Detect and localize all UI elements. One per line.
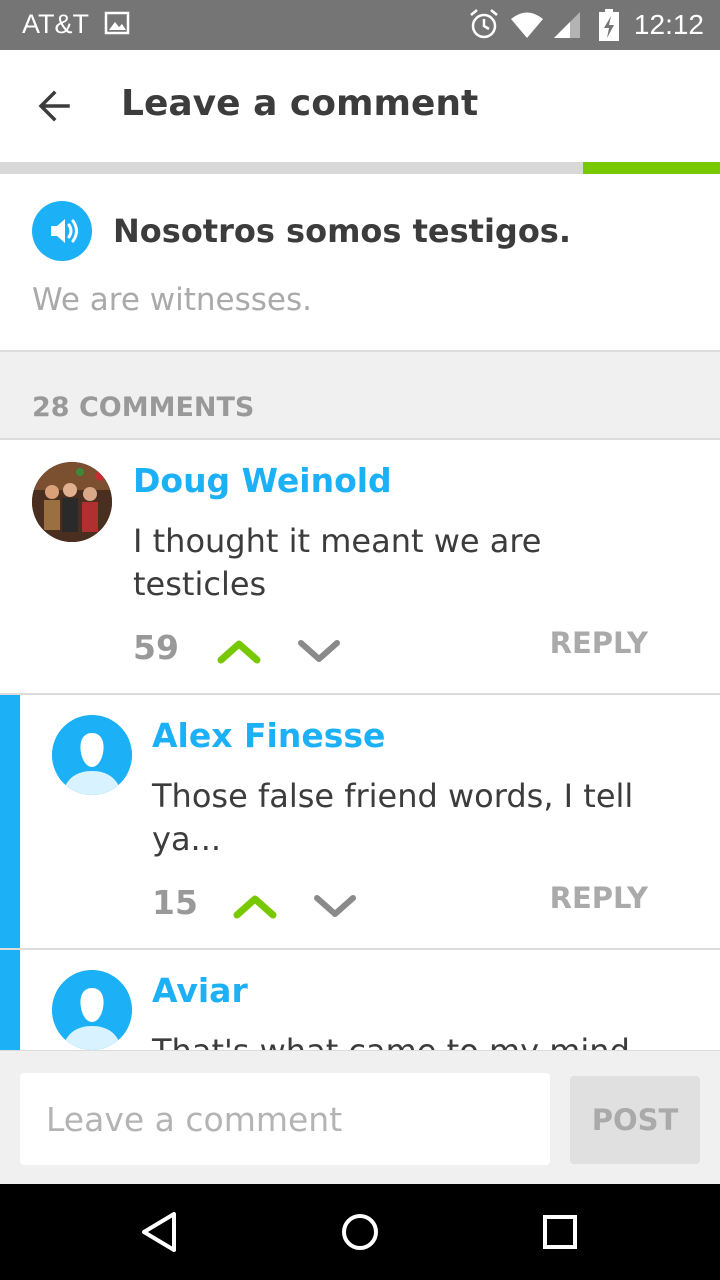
downvote-chevron-icon[interactable] xyxy=(296,636,342,666)
comment-item: Doug Weinold I thought it meant we are t… xyxy=(0,438,720,694)
back-arrow-icon[interactable] xyxy=(34,84,78,128)
nav-back-icon[interactable] xyxy=(134,1206,186,1258)
downvote-chevron-icon[interactable] xyxy=(312,891,358,921)
nav-recents-icon[interactable] xyxy=(534,1206,586,1258)
wifi-icon xyxy=(511,12,543,38)
upvote-chevron-icon[interactable] xyxy=(232,891,278,921)
reply-button[interactable]: REPLY xyxy=(550,881,648,915)
upvote-chevron-icon[interactable] xyxy=(216,636,262,666)
clock: 12:12 xyxy=(633,9,704,40)
reply-indent-bar xyxy=(0,950,20,1050)
comments-count: 28 COMMENTS xyxy=(32,392,255,423)
sentence-card: Nosotros somos testigos. We are witnesse… xyxy=(0,174,720,352)
speaker-icon xyxy=(51,219,78,243)
cell-signal-icon xyxy=(554,12,580,38)
nav-home-icon[interactable] xyxy=(334,1206,386,1258)
reply-indent-bar xyxy=(0,695,20,949)
avatar-default[interactable] xyxy=(52,970,132,1050)
user-photo-icon xyxy=(32,462,112,542)
reply-comment-item: Alex Finesse Those false friend words, I… xyxy=(0,693,720,949)
comment-text: Those false friend words, I tell ya... xyxy=(152,777,634,858)
comment-author[interactable]: Alex Finesse xyxy=(152,716,385,755)
comment-text: I thought it meant we are testicles xyxy=(133,522,542,603)
default-user-icon xyxy=(52,970,132,1050)
battery-charging-icon xyxy=(599,9,619,41)
vote-count: 59 xyxy=(133,628,179,667)
lesson-progress-fill xyxy=(583,162,720,174)
avatar-default[interactable] xyxy=(52,715,132,795)
status-bar: AT&T 12:12 xyxy=(0,0,720,50)
sentence-translation: We are witnesses. xyxy=(32,282,312,318)
lesson-progress-bar xyxy=(0,162,720,174)
carrier-label: AT&T xyxy=(22,9,89,39)
app-bar: Leave a comment xyxy=(0,50,720,162)
comment-author[interactable]: Aviar xyxy=(152,971,248,1010)
vote-count: 15 xyxy=(152,883,198,922)
comment-text: That's what came to my mind xyxy=(152,1030,672,1050)
comment-composer: POST xyxy=(0,1050,720,1185)
comments-list[interactable]: Doug Weinold I thought it meant we are t… xyxy=(0,438,720,1050)
page-title: Leave a comment xyxy=(121,83,479,124)
reply-button[interactable]: REPLY xyxy=(550,626,648,660)
play-audio-button[interactable] xyxy=(32,201,92,261)
system-nav-bar xyxy=(0,1184,720,1280)
alarm-icon xyxy=(470,9,498,39)
sentence-text: Nosotros somos testigos. xyxy=(113,212,571,250)
image-notification-icon xyxy=(104,11,130,35)
post-button[interactable]: POST xyxy=(570,1076,700,1164)
avatar-photo[interactable] xyxy=(32,462,112,542)
comment-author[interactable]: Doug Weinold xyxy=(133,461,392,500)
reply-comment-item: Aviar That's what came to my mind xyxy=(0,948,720,1050)
comment-input[interactable] xyxy=(20,1073,550,1165)
default-user-icon xyxy=(52,715,132,795)
